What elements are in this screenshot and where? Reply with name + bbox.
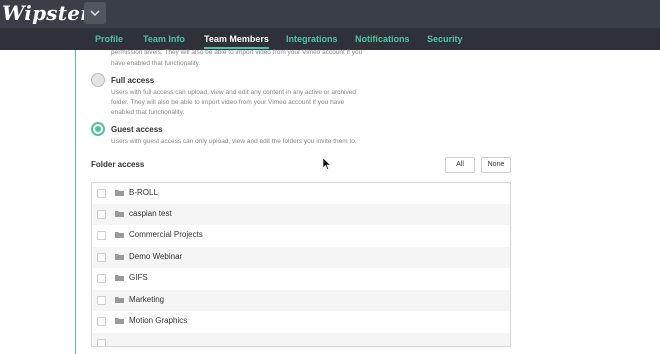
folder-name: caspian test <box>129 209 172 218</box>
folder-row[interactable]: Demo Webinar <box>92 247 510 268</box>
full-access-title: Full access <box>111 76 155 85</box>
folder-icon <box>115 297 124 303</box>
select-all-folders-button[interactable]: All <box>445 157 475 173</box>
folder-row[interactable]: Motion Graphics <box>92 311 510 332</box>
folder-name: GIFS <box>129 273 148 282</box>
folder-row[interactable]: B-ROLL <box>92 183 510 204</box>
folder-icon <box>115 254 124 260</box>
folder-icon <box>115 275 124 281</box>
chevron-down-icon <box>90 10 100 17</box>
wipster-logo[interactable]: Wipster <box>2 1 91 25</box>
folder-icon <box>115 190 124 196</box>
tab-label: Team Info <box>143 34 185 44</box>
top-bar: Wipster <box>0 0 660 28</box>
select-none-folders-button[interactable]: None <box>481 157 511 173</box>
tab-label: Notifications <box>355 34 410 44</box>
folder-checkbox[interactable] <box>97 189 106 198</box>
previous-option-description: permission levels. They will also be abl… <box>111 49 363 56</box>
folder-checkbox[interactable] <box>97 317 106 326</box>
team-members-content: permission levels. They will also be abl… <box>0 49 660 354</box>
folder-list[interactable]: B-ROLL caspian test Commercial Projects … <box>91 182 511 347</box>
folder-name: Commercial Projects <box>129 230 203 239</box>
folder-name: Demo Webinar <box>129 252 183 261</box>
folder-checkbox[interactable] <box>97 210 106 219</box>
account-menu-button[interactable] <box>84 2 106 24</box>
mouse-cursor-icon <box>323 158 331 170</box>
folder-icon <box>115 211 124 217</box>
folder-name: Motion Graphics <box>129 316 188 325</box>
guest-access-radio[interactable] <box>91 122 105 136</box>
guest-access-description: Users with guest access can only upload,… <box>111 138 357 145</box>
tab-security[interactable]: Security <box>427 28 463 50</box>
folder-checkbox[interactable] <box>97 253 106 262</box>
folder-checkbox[interactable] <box>97 296 106 305</box>
tab-notifications[interactable]: Notifications <box>355 28 410 50</box>
folder-row[interactable]: Commercial Projects <box>92 225 510 246</box>
folder-name: Marketing <box>129 295 165 304</box>
tab-label: Profile <box>95 34 124 44</box>
folder-checkbox[interactable] <box>97 339 106 346</box>
previous-option-description: have enabled that functionality. <box>111 60 201 67</box>
folder-row[interactable]: caspian test <box>92 204 510 225</box>
folder-checkbox[interactable] <box>97 231 106 240</box>
tab-label: Team Members <box>204 34 269 44</box>
folder-row[interactable]: GIFS <box>92 268 510 289</box>
full-access-description: enabled that functionality. <box>111 109 185 116</box>
guest-access-title: Guest access <box>111 125 163 134</box>
tab-label: Integrations <box>286 34 338 44</box>
folder-checkbox[interactable] <box>97 274 106 283</box>
section-divider-line <box>75 50 76 354</box>
full-access-radio[interactable] <box>91 73 105 87</box>
tab-label: Security <box>427 34 463 44</box>
folder-row[interactable]: Marketing <box>92 290 510 311</box>
folder-row[interactable] <box>92 333 510 346</box>
folder-icon <box>115 232 124 238</box>
folder-access-title: Folder access <box>91 160 145 169</box>
folder-icon <box>115 318 124 324</box>
folder-name: B-ROLL <box>129 188 158 197</box>
